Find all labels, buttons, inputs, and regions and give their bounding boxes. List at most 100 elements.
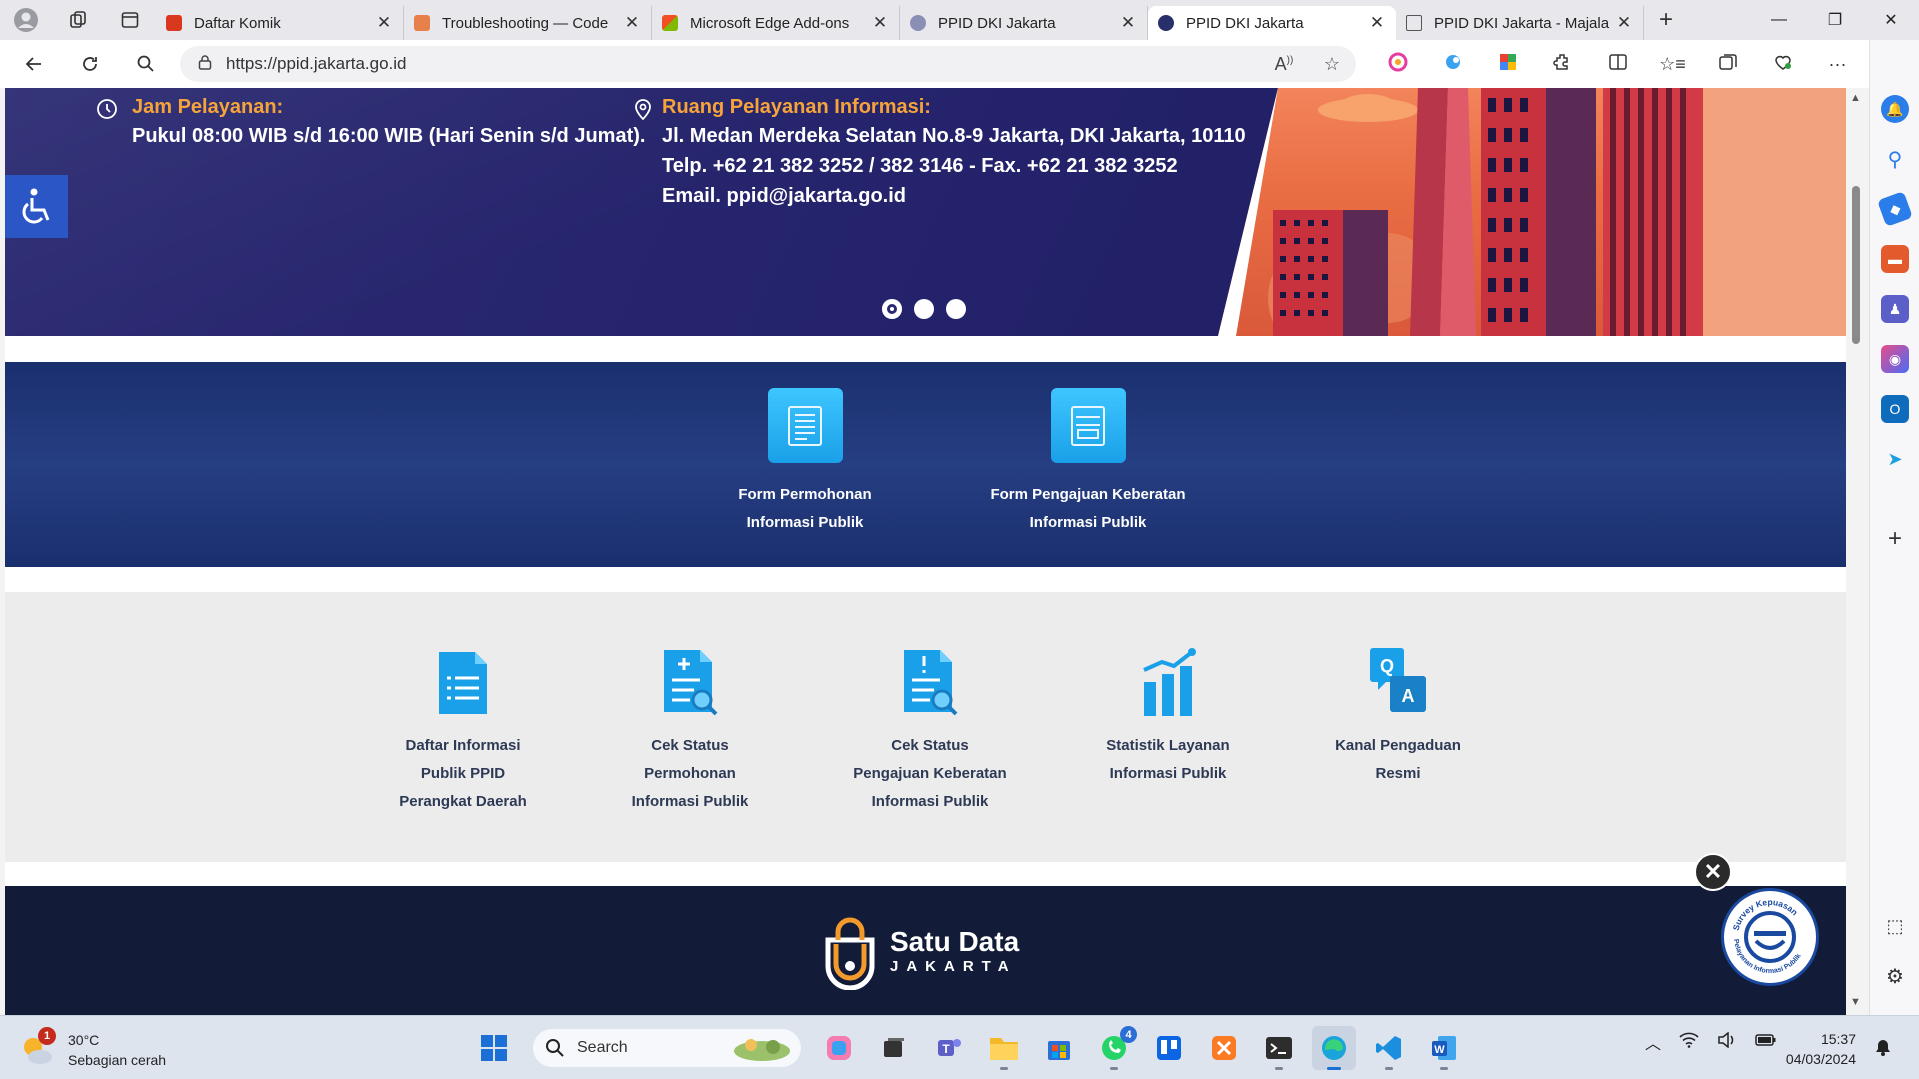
screenshot-icon[interactable]: ⬚ (1881, 912, 1909, 940)
search-icon[interactable] (124, 46, 168, 82)
running-indicator (1275, 1067, 1283, 1070)
read-aloud-icon[interactable]: A)) (1260, 54, 1308, 75)
close-tab-icon[interactable]: ✕ (1119, 13, 1137, 33)
whatsapp-icon[interactable]: 4 (1092, 1026, 1137, 1070)
browser-tab[interactable]: PPID DKI Jakarta - Majala ✕ (1396, 6, 1644, 40)
system-tray: ︿ (1645, 1030, 1795, 1054)
wifi-icon[interactable] (1679, 1032, 1699, 1053)
clock-date: 04/03/2024 (1785, 1051, 1856, 1067)
service-daftar-informasi[interactable]: Daftar Informasi Publik PPID Perangkat D… (383, 638, 543, 816)
browser-tab[interactable]: Troubleshooting — Code ✕ (404, 6, 652, 40)
browser-tab[interactable]: PPID DKI Jakarta ✕ (900, 6, 1148, 40)
trello-icon[interactable] (1147, 1026, 1191, 1070)
volume-icon[interactable] (1717, 1030, 1737, 1053)
battery-icon[interactable] (1755, 1033, 1777, 1052)
search-highlight-icon (734, 1039, 790, 1061)
microsoft-store-icon[interactable] (1037, 1026, 1081, 1070)
favorite-star-icon[interactable]: ☆ (1308, 54, 1356, 75)
add-sidebar-icon[interactable]: + (1881, 525, 1909, 553)
tab-title: PPID DKI Jakarta (1186, 14, 1304, 32)
forms-section: Form Permohonan Informasi Publik Form Pe… (5, 362, 1846, 567)
accessibility-button[interactable] (5, 175, 68, 238)
xampp-icon[interactable] (1202, 1026, 1246, 1070)
running-indicator (1440, 1067, 1448, 1070)
extension-grid-icon[interactable] (1480, 52, 1535, 77)
running-indicator (1327, 1067, 1341, 1070)
profile-icon[interactable] (0, 0, 52, 40)
task-view-icon[interactable] (872, 1026, 916, 1070)
service-cek-status-permohonan[interactable]: Cek Status Permohonan Informasi Publik (610, 638, 770, 816)
whatsapp-badge: 4 (1120, 1026, 1137, 1043)
vscode-icon[interactable] (1367, 1026, 1411, 1070)
address-bar[interactable]: https://ppid.jakarta.go.id A)) ☆ (180, 46, 1356, 82)
workspaces-icon[interactable] (52, 0, 104, 40)
system-clock[interactable]: 15:37 04/03/2024 (1780, 1029, 1856, 1069)
close-tab-icon[interactable]: ✕ (1368, 13, 1386, 33)
new-tab-button[interactable]: + (1644, 6, 1688, 34)
tab-title: Microsoft Edge Add-ons (690, 14, 850, 32)
start-button[interactable] (472, 1026, 516, 1070)
refresh-button[interactable] (68, 46, 112, 82)
close-survey-icon[interactable]: ✕ (1694, 853, 1732, 891)
notification-bell-icon[interactable] (1875, 1038, 1891, 1061)
slider-dot-1[interactable] (882, 299, 902, 319)
settings-gear-icon[interactable]: ⚙ (1881, 962, 1909, 990)
form-permohonan-card[interactable]: Form Permohonan Informasi Publik (720, 388, 890, 537)
split-screen-icon[interactable] (1590, 52, 1645, 77)
maximize-icon[interactable]: ❐ (1807, 0, 1863, 40)
word-icon[interactable]: W (1422, 1026, 1466, 1070)
city-buildings (1268, 88, 1846, 336)
copilot-taskbar-icon[interactable] (817, 1026, 861, 1070)
service-statistik[interactable]: Statistik Layanan Informasi Publik (1088, 638, 1248, 788)
weather-widget[interactable]: 1 30°C Sebagian cerah (20, 1027, 166, 1070)
extension-translate-icon[interactable] (1425, 52, 1480, 77)
taskbar-search[interactable]: Search (533, 1029, 801, 1067)
more-menu-icon[interactable]: ··· (1810, 54, 1865, 75)
close-tab-icon[interactable]: ✕ (871, 13, 889, 33)
url-text[interactable]: https://ppid.jakarta.go.id (226, 54, 1260, 74)
service-kanal-pengaduan[interactable]: QA Kanal Pengaduan Resmi (1318, 638, 1478, 788)
shopping-icon[interactable]: ◆ (1877, 191, 1913, 227)
page-scrollbar[interactable]: ▲ ▼ (1847, 88, 1865, 1015)
tab-favicon (414, 15, 430, 31)
search-icon[interactable]: ⚲ (1881, 145, 1909, 173)
slider-dot-3[interactable] (946, 299, 966, 319)
browser-tab[interactable]: Daftar Komik ✕ (156, 6, 404, 40)
scrollbar-thumb[interactable] (1852, 186, 1860, 344)
service-cek-status-keberatan[interactable]: Cek Status Pengajuan Keberatan Informasi… (835, 638, 1025, 816)
satu-data-logo[interactable]: Satu Data JAKARTA (820, 910, 1019, 990)
lock-icon[interactable] (198, 54, 226, 74)
extensions-icon[interactable] (1535, 52, 1590, 77)
notifications-icon[interactable]: 🔔 (1881, 95, 1909, 123)
favorites-icon[interactable]: ☆≡ (1645, 54, 1700, 75)
browser-essentials-icon[interactable] (1755, 52, 1810, 77)
collections-icon[interactable] (1700, 52, 1755, 77)
terminal-icon[interactable] (1257, 1026, 1301, 1070)
file-explorer-icon[interactable] (982, 1026, 1026, 1070)
form-keberatan-card[interactable]: Form Pengajuan Keberatan Informasi Publi… (972, 388, 1204, 537)
close-window-icon[interactable]: ✕ (1863, 0, 1919, 40)
close-tab-icon[interactable]: ✕ (1615, 13, 1633, 33)
browser-tab-active[interactable]: PPID DKI Jakarta ✕ (1148, 6, 1396, 40)
survey-badge[interactable]: ✕ Survey Kepuasan Pelayanan Informasi Pu… (1694, 853, 1819, 986)
back-button[interactable] (12, 46, 56, 82)
service-label-line: Daftar Informasi (405, 737, 521, 754)
tools-icon[interactable]: ▬ (1881, 245, 1909, 273)
minimize-icon[interactable]: — (1751, 0, 1807, 40)
microsoft365-icon[interactable]: ◉ (1881, 345, 1909, 373)
slider-dot-2[interactable] (914, 299, 934, 319)
scroll-up-icon[interactable]: ▲ (1850, 92, 1861, 104)
games-icon[interactable]: ♟ (1881, 295, 1909, 323)
tab-actions-icon[interactable] (104, 0, 156, 40)
close-tab-icon[interactable]: ✕ (623, 13, 641, 33)
chevron-up-icon[interactable]: ︿ (1645, 1030, 1661, 1054)
service-label-line: Kanal Pengaduan (1335, 737, 1461, 754)
send-icon[interactable]: ➤ (1881, 445, 1909, 473)
scroll-down-icon[interactable]: ▼ (1850, 996, 1861, 1008)
outlook-icon[interactable]: O (1881, 395, 1909, 423)
teams-icon[interactable]: T (927, 1026, 971, 1070)
edge-browser-icon[interactable] (1312, 1026, 1356, 1070)
extension-circle-icon[interactable] (1370, 52, 1425, 77)
browser-tab[interactable]: Microsoft Edge Add-ons ✕ (652, 6, 900, 40)
close-tab-icon[interactable]: ✕ (375, 13, 393, 33)
